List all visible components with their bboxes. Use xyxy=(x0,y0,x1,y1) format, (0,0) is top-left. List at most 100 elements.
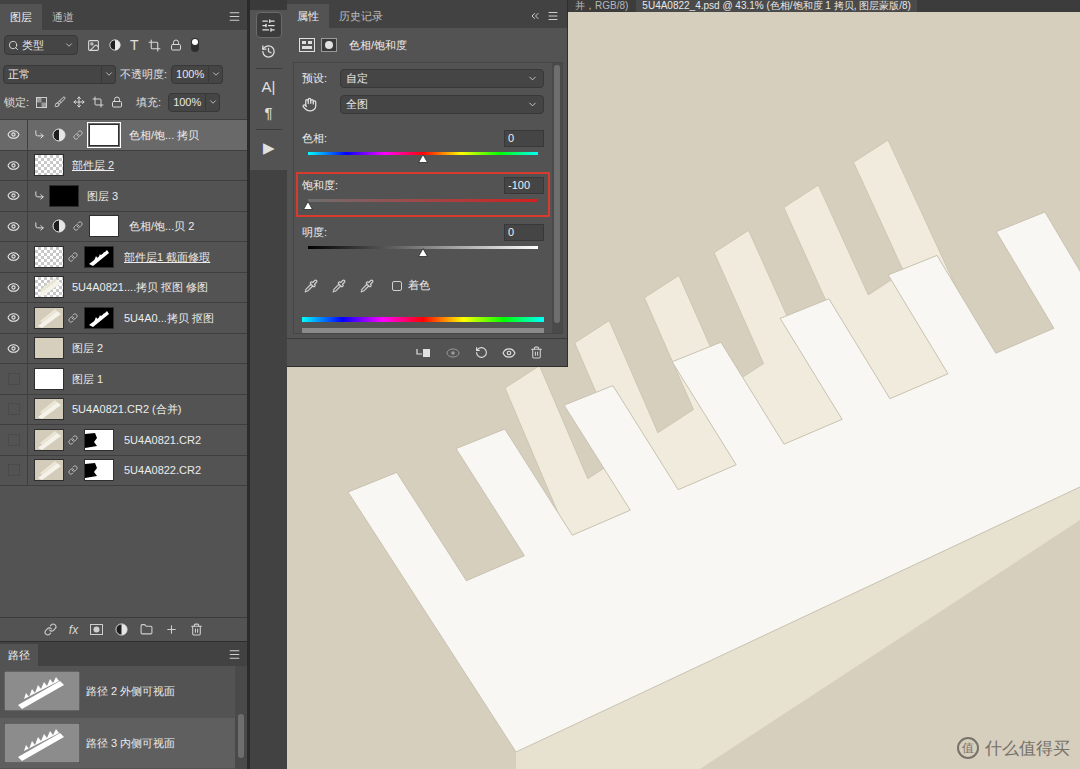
link-icon[interactable] xyxy=(73,130,83,140)
slider[interactable] xyxy=(308,197,538,211)
layer-name[interactable]: 5U4A0822.CR2 xyxy=(124,462,201,479)
layer-row[interactable]: 色相/饱... 拷贝 xyxy=(0,120,247,151)
layer-row[interactable]: 色相/饱...贝 2 xyxy=(0,212,247,243)
filter-toggle[interactable] xyxy=(191,38,199,52)
clip-to-layer-icon[interactable] xyxy=(415,347,431,359)
eyedropper-add-icon[interactable] xyxy=(332,279,346,293)
delete-adjustment-icon[interactable] xyxy=(530,346,543,359)
fill-field[interactable]: 100% xyxy=(168,93,220,112)
reset-icon[interactable] xyxy=(475,346,488,359)
layer-name[interactable]: 5U4A0...拷贝 抠图 xyxy=(124,310,214,327)
new-layer-icon[interactable] xyxy=(165,623,178,636)
layer-row[interactable]: 部件层1 截面修瑕 xyxy=(0,242,247,273)
channel-select[interactable]: 全图 xyxy=(340,95,544,114)
panel-tab[interactable]: 路径 xyxy=(0,644,38,666)
slider-value-field[interactable]: -100 xyxy=(504,177,544,194)
preset-select[interactable]: 自定 xyxy=(340,69,544,88)
slider-value-field[interactable]: 0 xyxy=(504,130,544,147)
slider-thumb-icon[interactable] xyxy=(418,154,428,163)
visibility-toggle[interactable] xyxy=(0,151,28,181)
layer-row[interactable]: 图层 1 xyxy=(0,364,247,395)
layer-row[interactable]: 图层 2 xyxy=(0,334,247,365)
panel-menu-icon[interactable] xyxy=(547,10,559,22)
layer-name[interactable]: 图层 3 xyxy=(87,188,118,205)
link-icon[interactable] xyxy=(68,252,78,262)
layer-name[interactable]: 部件层1 截面修瑕 xyxy=(124,249,210,266)
layer-row[interactable]: 部件层 2 xyxy=(0,151,247,182)
layer-name[interactable]: 5U4A0821.CR2 xyxy=(124,432,201,449)
slider-thumb-icon[interactable] xyxy=(418,248,428,257)
lock-pixels-icon[interactable] xyxy=(54,96,66,108)
layer-mask[interactable] xyxy=(82,427,116,453)
new-group-icon[interactable] xyxy=(140,623,153,636)
layer-row[interactable]: 5U4A0821.CR2 xyxy=(0,425,247,456)
layer-name[interactable]: 图层 1 xyxy=(72,371,103,388)
lock-all-icon[interactable] xyxy=(111,96,123,108)
visibility-toggle[interactable] xyxy=(0,273,28,303)
layer-mask[interactable] xyxy=(82,244,116,270)
panel-tab[interactable]: 图层 xyxy=(0,4,42,30)
layer-name[interactable]: 图层 2 xyxy=(72,340,103,357)
pixel-filter-icon[interactable] xyxy=(87,39,100,52)
dock-button[interactable]: ¶ xyxy=(256,99,282,125)
visibility-toggle[interactable] xyxy=(0,334,28,364)
lock-transparent-icon[interactable] xyxy=(36,97,47,108)
mask-icon[interactable] xyxy=(321,38,337,52)
layer-name[interactable]: 色相/饱... 拷贝 xyxy=(129,127,199,144)
delete-layer-icon[interactable] xyxy=(190,623,203,636)
dock-button[interactable]: A| xyxy=(256,73,282,99)
layer-mask[interactable] xyxy=(87,213,121,239)
slider[interactable] xyxy=(308,150,538,164)
eyedropper-icon[interactable] xyxy=(304,279,318,293)
panel-tab[interactable]: 属性 xyxy=(287,4,329,28)
properties-scrollbar[interactable] xyxy=(552,63,562,333)
lock-artboard-icon[interactable] xyxy=(92,96,104,108)
link-layers-icon[interactable] xyxy=(44,623,57,636)
visibility-toggle[interactable] xyxy=(0,425,28,455)
paths-scrollbar[interactable] xyxy=(235,666,247,769)
fx-button[interactable]: fx xyxy=(69,624,78,636)
slider[interactable] xyxy=(308,244,538,258)
document-tab[interactable]: 5U4A0822_4.psd @ 43.1% (色相/饱和度 1 拷贝, 图层蒙… xyxy=(636,0,917,12)
view-previous-state-icon[interactable] xyxy=(445,347,461,359)
layer-mask[interactable] xyxy=(82,457,116,483)
dock-button[interactable] xyxy=(256,38,282,64)
visibility-toggle[interactable] xyxy=(0,242,28,272)
layer-row[interactable]: 5U4A0...拷贝 抠图 xyxy=(0,303,247,334)
slider-value-field[interactable]: 0 xyxy=(504,224,544,241)
layer-name[interactable]: 5U4A0821....拷贝 抠图 修图 xyxy=(72,279,208,296)
link-icon[interactable] xyxy=(68,313,78,323)
document-tab[interactable]: 并，RGB/8) xyxy=(569,0,634,12)
link-icon[interactable] xyxy=(68,435,78,445)
targeted-adjustment-icon[interactable] xyxy=(302,97,317,112)
dock-button[interactable] xyxy=(256,12,282,38)
dock-button[interactable]: ▶ xyxy=(256,134,282,160)
adjustment-layer-icon[interactable] xyxy=(299,38,315,52)
add-mask-icon[interactable] xyxy=(90,623,103,636)
layer-mask[interactable] xyxy=(87,122,121,148)
visibility-toggle[interactable] xyxy=(0,456,28,486)
visibility-toggle[interactable] xyxy=(0,181,28,211)
layer-name[interactable]: 部件层 2 xyxy=(72,157,114,174)
visibility-toggle[interactable] xyxy=(0,212,28,242)
eyedropper-subtract-icon[interactable] xyxy=(360,279,374,293)
blend-mode-select[interactable]: 正常 xyxy=(3,65,116,84)
slider-thumb-icon[interactable] xyxy=(303,201,313,210)
panel-menu-icon[interactable] xyxy=(228,10,241,23)
visibility-toggle[interactable] xyxy=(0,303,28,333)
collapse-icon[interactable] xyxy=(529,10,541,22)
panel-menu-icon[interactable] xyxy=(228,648,241,661)
lock-position-icon[interactable] xyxy=(73,96,85,108)
visibility-toggle[interactable] xyxy=(0,120,28,150)
link-icon[interactable] xyxy=(73,221,83,231)
smart-object-filter-icon[interactable] xyxy=(170,39,182,51)
toggle-visibility-icon[interactable] xyxy=(502,346,516,360)
link-icon[interactable] xyxy=(68,465,78,475)
layer-name[interactable]: 色相/饱...贝 2 xyxy=(129,218,194,235)
visibility-toggle[interactable] xyxy=(0,364,28,394)
panel-tab[interactable]: 历史记录 xyxy=(329,4,393,28)
shape-filter-icon[interactable] xyxy=(148,39,161,52)
path-row[interactable]: 路径 2 外侧可视面 xyxy=(0,666,235,716)
visibility-toggle[interactable] xyxy=(0,395,28,425)
type-filter-glyph[interactable]: T xyxy=(130,38,139,52)
